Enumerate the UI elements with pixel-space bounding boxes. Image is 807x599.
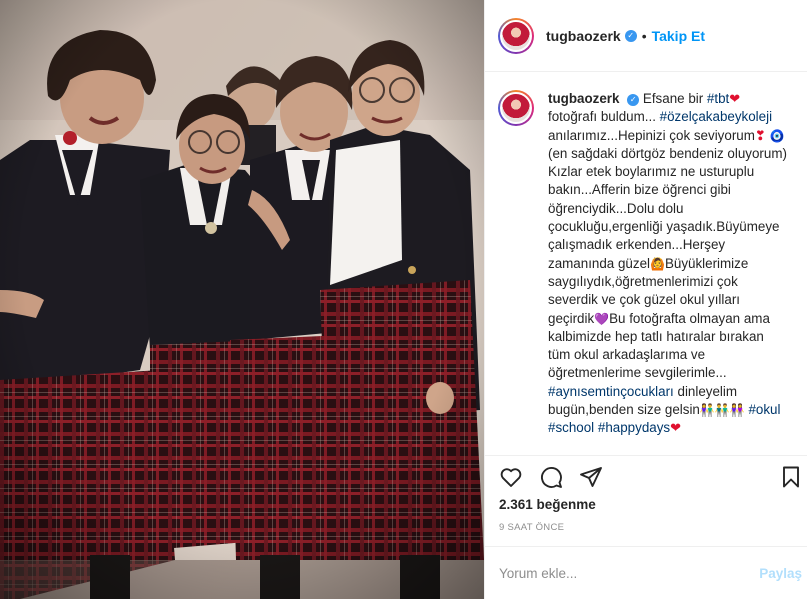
comment-bar: Paylaş: [485, 546, 807, 599]
caption-username[interactable]: tugbaozerk: [548, 91, 619, 106]
hashtag-link[interactable]: #özelçakabeykoleji: [660, 109, 772, 124]
post-header: tugbaozerk ✓ • Takip Et: [485, 0, 807, 72]
hashtag-link[interactable]: #okul: [748, 402, 780, 417]
heart-outline-icon[interactable]: [499, 465, 523, 489]
post-timestamp[interactable]: 9 SAAT ÖNCE: [499, 522, 564, 533]
hashtag-link[interactable]: #aynısemtinçocukları: [548, 384, 674, 399]
nazar-emoji: 🧿: [769, 128, 785, 143]
hashtag-link[interactable]: #happydays: [598, 420, 670, 435]
post-comment-button[interactable]: Paylaş: [759, 566, 802, 581]
red-heart-emoji: ❤: [729, 91, 741, 106]
caption-segment: Efsane bir: [642, 91, 707, 106]
comment-bubble-icon[interactable]: [539, 465, 563, 489]
caption-segment: anılarımız...Hepinizi çok seviyorum: [548, 127, 755, 143]
profile-avatar[interactable]: [498, 17, 534, 54]
heart-exclamation-emoji: ❣: [754, 127, 766, 143]
post-photo[interactable]: [0, 0, 484, 599]
caption-segment: fotoğrafı buldum...: [548, 109, 660, 125]
caption-segment: (en sağdaki dörtgöz bendeniz oluyorum) K…: [548, 145, 787, 271]
paper-plane-icon[interactable]: [579, 465, 603, 489]
hashtag-link[interactable]: #tbt: [707, 91, 729, 106]
gesture-emoji: 🙆: [650, 256, 665, 271]
school-photo-illustration: [0, 0, 484, 599]
verified-badge-icon: ✓: [627, 94, 640, 106]
caption-text: tugbaozerk ✓ Efsane bir #tbt❤ fotoğrafı …: [548, 90, 788, 438]
purple-heart-emoji: 💜: [594, 311, 610, 326]
follow-button[interactable]: Takip Et: [652, 28, 705, 44]
people-emoji: 👫👬👭: [699, 403, 745, 418]
post-sidebar: tugbaozerk ✓ • Takip Et tugbaozerk ✓ Efs…: [484, 0, 807, 599]
comment-input[interactable]: [499, 565, 739, 581]
action-bar: [485, 455, 807, 495]
instagram-post: tugbaozerk ✓ • Takip Et tugbaozerk ✓ Efs…: [0, 0, 807, 599]
header-username[interactable]: tugbaozerk: [546, 28, 621, 44]
verified-badge-icon: ✓: [624, 29, 637, 42]
post-caption: tugbaozerk ✓ Efsane bir #tbt❤ fotoğrafı …: [498, 90, 798, 438]
separator-dot: •: [641, 27, 647, 44]
like-count[interactable]: 2.361 beğenme: [499, 497, 596, 512]
bookmark-icon[interactable]: [779, 465, 803, 489]
red-heart-emoji: ❤: [670, 420, 682, 436]
hashtag-link[interactable]: #school: [548, 420, 594, 435]
caption-avatar[interactable]: [498, 90, 534, 126]
